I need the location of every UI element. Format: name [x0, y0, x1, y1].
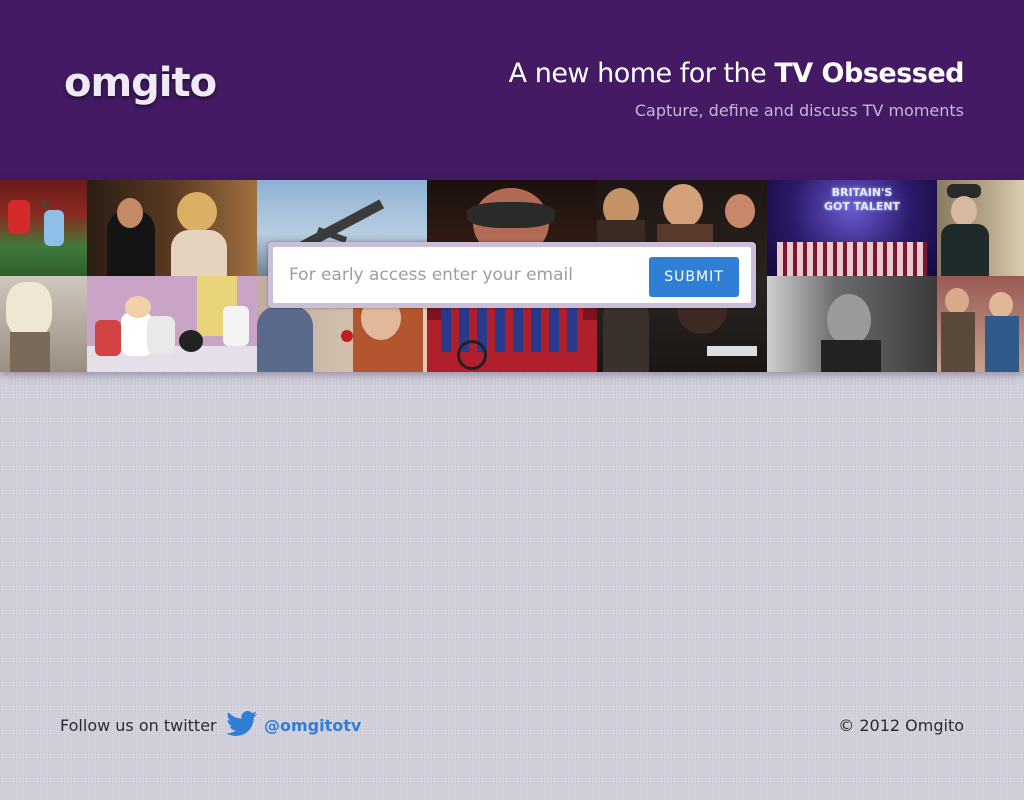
- site-logo[interactable]: omgito: [64, 60, 217, 106]
- tile-britains-got-talent: BRITAIN'S GOT TALENT: [767, 180, 937, 276]
- tile-family-guy: [87, 276, 257, 372]
- follow-text: Follow us on twitter: [60, 716, 217, 735]
- tile-drama-couple: [87, 180, 257, 276]
- site-header: omgito A new home for the TV Obsessed Ca…: [0, 0, 1024, 180]
- tile-family-drama: [937, 276, 1024, 372]
- tagline-emphasis: TV Obsessed: [774, 58, 964, 89]
- submit-button[interactable]: SUBMIT: [649, 257, 739, 297]
- tagline: A new home for the TV Obsessed: [508, 58, 965, 89]
- bgt-logo-text: BRITAIN'S GOT TALENT: [823, 186, 901, 213]
- subtagline: Capture, define and discuss TV moments: [634, 101, 964, 120]
- tile-blonde-woman: [0, 276, 87, 372]
- tile-football: [0, 180, 87, 276]
- copyright-text: © 2012 Omgito: [838, 716, 964, 735]
- signup-field-wrapper: SUBMIT: [273, 247, 751, 303]
- tagline-prefix: A new home for the: [508, 58, 775, 89]
- tile-black-white-man: [767, 276, 937, 372]
- twitter-bird-icon[interactable]: [225, 711, 259, 737]
- twitter-handle-link[interactable]: @omgitotv: [264, 716, 361, 735]
- early-access-signup: SUBMIT: [268, 242, 756, 308]
- email-input[interactable]: [283, 257, 655, 293]
- tile-period-lady: [937, 180, 1024, 276]
